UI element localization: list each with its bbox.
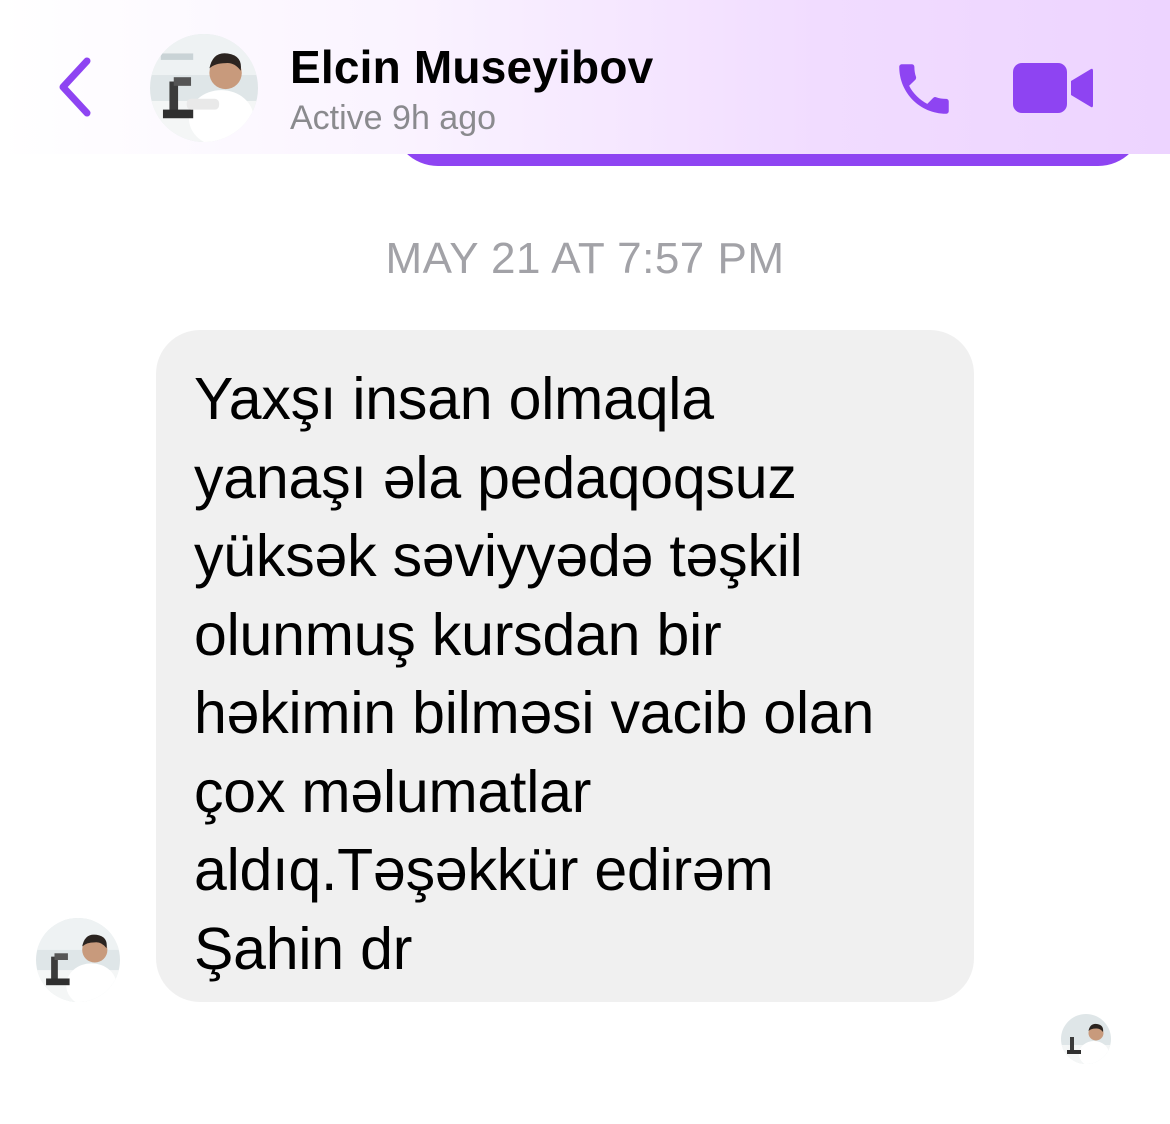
chat-screen: Elcin Museyibov Active 9h ago MAY 21 AT … bbox=[0, 0, 1170, 1124]
contact-avatar[interactable] bbox=[150, 34, 258, 142]
chat-header: Elcin Museyibov Active 9h ago bbox=[0, 0, 1170, 154]
read-receipt-avatar bbox=[1061, 1014, 1111, 1064]
avatar-photo bbox=[1061, 1014, 1111, 1064]
message-text: Yaxşı insan olmaqla yanaşı əla pedaqoqsu… bbox=[194, 366, 875, 982]
phone-icon bbox=[899, 64, 949, 114]
sender-avatar[interactable] bbox=[36, 918, 120, 1002]
incoming-message-bubble[interactable]: Yaxşı insan olmaqla yanaşı əla pedaqoqsu… bbox=[156, 330, 974, 1002]
chevron-left-icon bbox=[59, 57, 91, 117]
back-button[interactable] bbox=[50, 52, 100, 122]
message-timestamp: MAY 21 AT 7:57 PM bbox=[385, 234, 785, 283]
video-call-button[interactable] bbox=[1010, 58, 1096, 118]
active-status: Active 9h ago bbox=[290, 99, 497, 137]
avatar-photo bbox=[150, 34, 258, 142]
contact-name[interactable]: Elcin Museyibov bbox=[290, 40, 653, 94]
avatar-photo bbox=[36, 918, 120, 1002]
video-camera-icon bbox=[1013, 63, 1093, 113]
audio-call-button[interactable] bbox=[888, 55, 960, 123]
